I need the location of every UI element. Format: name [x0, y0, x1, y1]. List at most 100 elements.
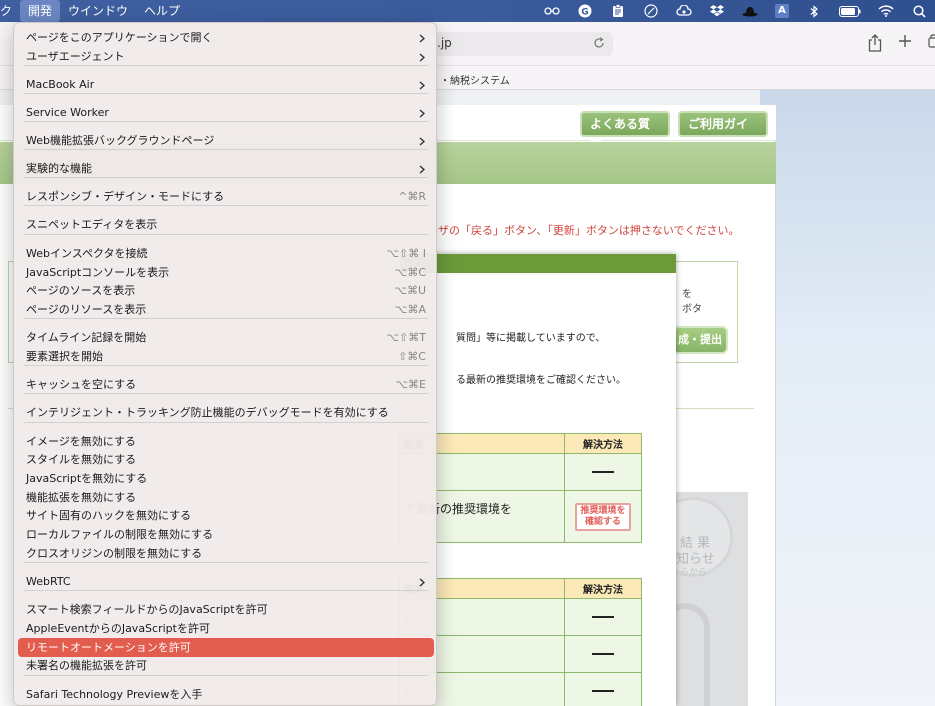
menu-item-label: ページのソースを表示: [26, 284, 136, 297]
menu-item-unsigned-extensions[interactable]: 未署名の機能拡張を許可: [18, 656, 434, 675]
menu-item-label: インテリジェント・トラッキング防止機能のデバッグモードを有効にする: [26, 406, 389, 419]
menu-item-disable-images[interactable]: イメージを無効にする: [18, 432, 434, 451]
menu-item-empty-cache[interactable]: キャッシュを空にする ⌥⌘E: [18, 375, 434, 394]
menu-separator: [24, 149, 428, 150]
button-line: 推奨環境を: [580, 505, 626, 516]
hat-icon[interactable]: [742, 4, 758, 18]
menu-item-disable-local-file[interactable]: ローカルファイルの制限を無効にする: [18, 525, 434, 544]
menu-item-label: サイト固有のハックを無効にする: [26, 509, 192, 522]
menu-item-label: 機能拡張を無効にする: [26, 491, 137, 504]
menu-item-label: WebRTC: [26, 575, 71, 588]
menubar-item-develop[interactable]: 開発: [20, 0, 61, 22]
share-icon[interactable]: [866, 34, 884, 52]
check-environment-button[interactable]: 推奨環境を 確認する: [575, 502, 631, 531]
menubar-item-partial[interactable]: ク: [0, 0, 20, 22]
menu-item-element-select[interactable]: 要素選択を開始 ⇧⌘C: [18, 347, 434, 366]
menubar-item-help[interactable]: ヘルプ: [136, 0, 188, 22]
new-tab-icon[interactable]: [896, 34, 914, 52]
menu-item-disable-js[interactable]: JavaScriptを無効にする: [18, 469, 434, 488]
menu-item-user-agent[interactable]: ユーザエージェント: [18, 47, 434, 66]
dropbox-icon[interactable]: [709, 4, 725, 18]
menu-item-macbook-air[interactable]: MacBook Air: [18, 75, 434, 94]
menu-item-responsive-design[interactable]: レスポンシブ・デザイン・モードにする ^⌘R: [18, 187, 434, 206]
menu-separator: [24, 422, 428, 423]
badge-text: らから: [680, 568, 708, 578]
text-input-icon[interactable]: A: [775, 4, 789, 18]
menu-item-label: Web機能拡張バックグラウンドページ: [26, 134, 215, 147]
menu-shortcut: ⇧⌘C: [398, 350, 426, 363]
menu-bar: ク 開発 ウインドウ ヘルプ G A: [0, 0, 935, 22]
menu-item-connect-inspector[interactable]: Webインスペクタを接続 ⌥⇧⌘ I: [18, 244, 434, 263]
menu-item-timeline-record[interactable]: タイムライン記録を開始 ⌥⇧⌘T: [18, 328, 434, 347]
status-area: G A: [544, 0, 927, 22]
tab-overview-icon[interactable]: [925, 34, 935, 52]
menu-item-disable-styles[interactable]: スタイルを無効にする: [18, 450, 434, 469]
dash-mark: [592, 653, 614, 655]
url-text: .jp: [437, 36, 452, 50]
battery-icon[interactable]: [839, 4, 861, 18]
menu-item-label: キャッシュを空にする: [26, 378, 137, 391]
menu-item-label: Service Worker: [26, 106, 109, 119]
menu-item-label: レスポンシブ・デザイン・モードにする: [26, 190, 225, 203]
menu-item-js-console[interactable]: JavaScriptコンソールを表示 ⌥⌘C: [18, 263, 434, 282]
chevron-right-icon: [418, 572, 426, 591]
menu-item-experimental[interactable]: 実験的な機能: [18, 159, 434, 178]
menu-shortcut: ⌥⌘A: [394, 303, 426, 316]
menu-item-webrtc[interactable]: WebRTC: [18, 572, 434, 591]
menu-item-remote-automation[interactable]: リモートオートメーションを許可: [18, 638, 434, 657]
grammarly-icon[interactable]: G: [577, 4, 593, 18]
menu-item-page-resources[interactable]: ページのリソースを表示 ⌥⌘A: [18, 300, 434, 319]
wifi-icon[interactable]: [878, 4, 894, 18]
dash-mark: [592, 690, 614, 692]
dialog-text: 質問」等に掲載していますので、: [456, 333, 606, 344]
menu-separator: [24, 562, 428, 563]
reload-icon[interactable]: [593, 37, 605, 49]
dialog-text: る最新の推奨環境をご確認ください。: [456, 375, 626, 386]
faq-button[interactable]: よくある質問: [580, 111, 670, 153]
menu-item-snippet-editor[interactable]: スニペットエディタを表示: [18, 215, 434, 234]
menu-separator: [24, 205, 428, 206]
create-submit-button[interactable]: 成・提出: [672, 326, 728, 354]
menu-item-open-in-app[interactable]: ページをこのアプリケーションで開く: [18, 28, 434, 47]
background-area: [760, 90, 935, 706]
solution-cell: 推奨環境を 確認する: [564, 490, 642, 543]
menu-shortcut: ⌥⇧⌘ I: [386, 247, 426, 260]
menu-separator: [24, 234, 428, 235]
menu-item-itp-debug[interactable]: インテリジェント・トラッキング防止機能のデバッグモードを有効にする: [18, 403, 434, 422]
chevron-right-icon: [418, 28, 426, 47]
button-line: 確認する: [584, 516, 621, 527]
menu-item-page-source[interactable]: ページのソースを表示 ⌥⌘U: [18, 281, 434, 300]
cloud-sync-icon[interactable]: [676, 4, 692, 18]
menu-item-safari-tp[interactable]: Safari Technology Previewを入手: [18, 685, 434, 704]
menu-item-web-extension-bg[interactable]: Web機能拡張バックグラウンドページ: [18, 131, 434, 150]
menu-item-label: リモートオートメーションを許可: [26, 641, 191, 654]
menu-item-appleevent-js[interactable]: AppleEventからのJavaScriptを許可: [18, 619, 434, 638]
guide-button[interactable]: ご利用ガイド: [678, 111, 768, 153]
favorites-item[interactable]: ・納税システム: [440, 72, 510, 87]
menu-separator: [24, 318, 428, 319]
menu-item-service-worker[interactable]: Service Worker: [18, 103, 434, 122]
develop-menu: ページをこのアプリケーションで開くユーザエージェント MacBook Air Ser…: [13, 22, 437, 706]
dash-mark: [592, 616, 614, 618]
bluetooth-icon[interactable]: [806, 4, 822, 18]
chevron-right-icon: [418, 131, 426, 150]
menu-item-label: JavaScriptコンソールを表示: [26, 266, 170, 279]
menu-shortcut: ⌥⌘U: [394, 284, 426, 297]
menu-item-disable-cors[interactable]: クロスオリジンの制限を無効にする: [18, 544, 434, 563]
table-header-solution: 解決方法: [564, 433, 642, 454]
menu-item-label: タイムライン記録を開始: [26, 331, 147, 344]
solution-cell: [564, 598, 642, 636]
menu-item-disable-site-hacks[interactable]: サイト固有のハックを無効にする: [18, 506, 434, 525]
menu-item-smart-search-js[interactable]: スマート検索フィールドからのJavaScriptを許可: [18, 600, 434, 619]
menu-item-label: ローカルファイルの制限を無効にする: [26, 528, 214, 541]
glasses-icon[interactable]: [544, 4, 560, 18]
search-icon[interactable]: [911, 4, 927, 18]
environment-check-dialog: 質問」等に掲載していますので、 る最新の推奨環境をご確認ください。 結果 解決方…: [399, 254, 676, 706]
menu-item-label: JavaScriptを無効にする: [26, 472, 148, 485]
menu-item-disable-extensions[interactable]: 機能拡張を無効にする: [18, 488, 434, 507]
feather-icon[interactable]: [643, 4, 659, 18]
clipboard-icon[interactable]: [610, 4, 626, 18]
menu-item-label: ページをこのアプリケーションで開く: [26, 31, 213, 44]
menubar-item-window[interactable]: ウインドウ: [60, 0, 136, 22]
menu-separator: [24, 93, 428, 94]
